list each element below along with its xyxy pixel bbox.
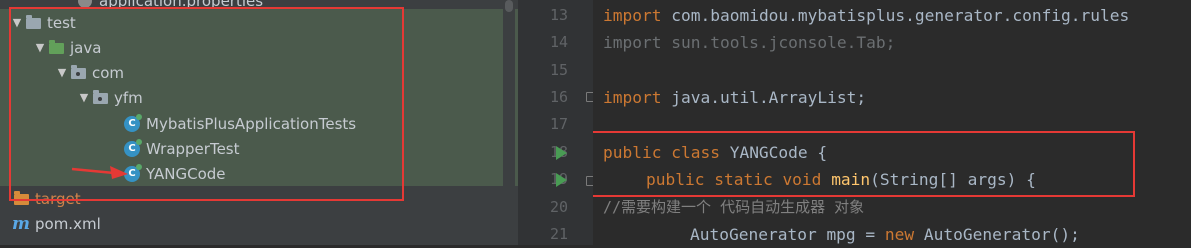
excluded-folder-icon: [12, 190, 30, 208]
chevron-down-icon[interactable]: ▼: [55, 66, 69, 79]
code-editor[interactable]: import com.baomidou.mybatisplus.generato…: [593, 0, 1191, 245]
tree-item-pom-xml[interactable]: m pom.xml: [0, 211, 518, 236]
code-text: AutoGenerator mpg =: [690, 225, 885, 244]
scrollbar-thumb[interactable]: [505, 0, 513, 12]
tree-item-test[interactable]: ▼ test: [0, 10, 518, 35]
code-line-19: public static void main(String[] args) {: [646, 166, 1036, 193]
folder-icon: [24, 14, 42, 32]
chevron-down-icon[interactable]: ▼: [10, 16, 24, 29]
keyword: public class: [603, 143, 720, 162]
code-line-13: import com.baomidou.mybatisplus.generato…: [603, 2, 1129, 29]
tree-item-label: yfm: [114, 88, 143, 107]
keyword: import: [603, 6, 662, 25]
code-line-21: AutoGenerator mpg = new AutoGenerator();: [690, 221, 1080, 245]
editor-gutter: 13 14 15 16 17 18 19 20 21: [518, 0, 593, 245]
comment-text: //需要构建一个 代码自动生成器 对象: [603, 198, 865, 216]
package-icon: [91, 89, 109, 107]
line-number: 15: [549, 61, 568, 79]
java-class-icon: C: [123, 138, 142, 158]
tree-item-label: test: [47, 13, 76, 32]
test-sources-folder-icon: [47, 39, 65, 57]
project-tree-panel: application.properties ▼ test ▼ java ▼ c…: [0, 0, 518, 245]
code-text: java.util.ArrayList;: [661, 88, 867, 107]
line-number: 17: [549, 115, 568, 133]
chevron-down-icon[interactable]: ▼: [77, 91, 91, 104]
code-text: YANGCode {: [719, 143, 828, 162]
method-name: main: [831, 170, 871, 189]
code-text: (String[] args) {: [870, 170, 1036, 189]
tree-item-label: com: [92, 63, 125, 82]
annotation-arrow-icon: [71, 166, 128, 179]
tree-item-java[interactable]: ▼ java: [0, 35, 518, 60]
package-icon: [69, 64, 87, 82]
keyword: new: [884, 225, 915, 244]
tree-scrollbar[interactable]: [503, 0, 515, 245]
tree-item-label: MybatisPlusApplicationTests: [146, 114, 357, 133]
run-gutter-icon[interactable]: [556, 173, 567, 187]
line-number: 14: [549, 33, 568, 51]
tree-item-mybatisplusapplicationtests[interactable]: C MybatisPlusApplicationTests: [0, 111, 518, 136]
line-number: 13: [549, 6, 568, 24]
java-class-icon: C: [123, 113, 142, 133]
code-line-20: //需要构建一个 代码自动生成器 对象: [603, 194, 864, 221]
unused-import-text: import sun.tools.jconsole.Tab;: [603, 33, 896, 52]
code-line-14: import sun.tools.jconsole.Tab;: [603, 29, 895, 56]
tree-item-label: YANGCode: [146, 164, 226, 183]
tree-item-label: target: [35, 189, 81, 208]
tree-item-label: java: [70, 38, 102, 57]
line-number: 20: [549, 198, 568, 216]
tree-item-label: WrapperTest: [146, 139, 240, 158]
code-text: com.baomidou.mybatisplus.generator.confi…: [661, 6, 1130, 25]
tree-item-com[interactable]: ▼ com: [0, 60, 518, 85]
keyword: public static void: [646, 170, 822, 189]
maven-icon: m: [12, 213, 30, 234]
line-number: 21: [549, 225, 568, 243]
code-text: AutoGenerator();: [914, 225, 1080, 244]
tree-item-target[interactable]: target: [0, 186, 518, 211]
keyword: import: [603, 88, 662, 107]
tree-item-label: application.properties: [99, 0, 264, 10]
tree-item-yfm[interactable]: ▼ yfm: [0, 85, 518, 110]
properties-file-icon: [76, 0, 94, 10]
tree-item-label: pom.xml: [35, 214, 101, 233]
run-gutter-icon[interactable]: [556, 146, 567, 160]
code-line-16: import java.util.ArrayList;: [603, 84, 866, 111]
chevron-down-icon[interactable]: ▼: [33, 41, 47, 54]
tree-item-wrappertest[interactable]: C WrapperTest: [0, 136, 518, 161]
code-line-18: public class YANGCode {: [603, 139, 827, 166]
line-number: 16: [549, 88, 568, 106]
